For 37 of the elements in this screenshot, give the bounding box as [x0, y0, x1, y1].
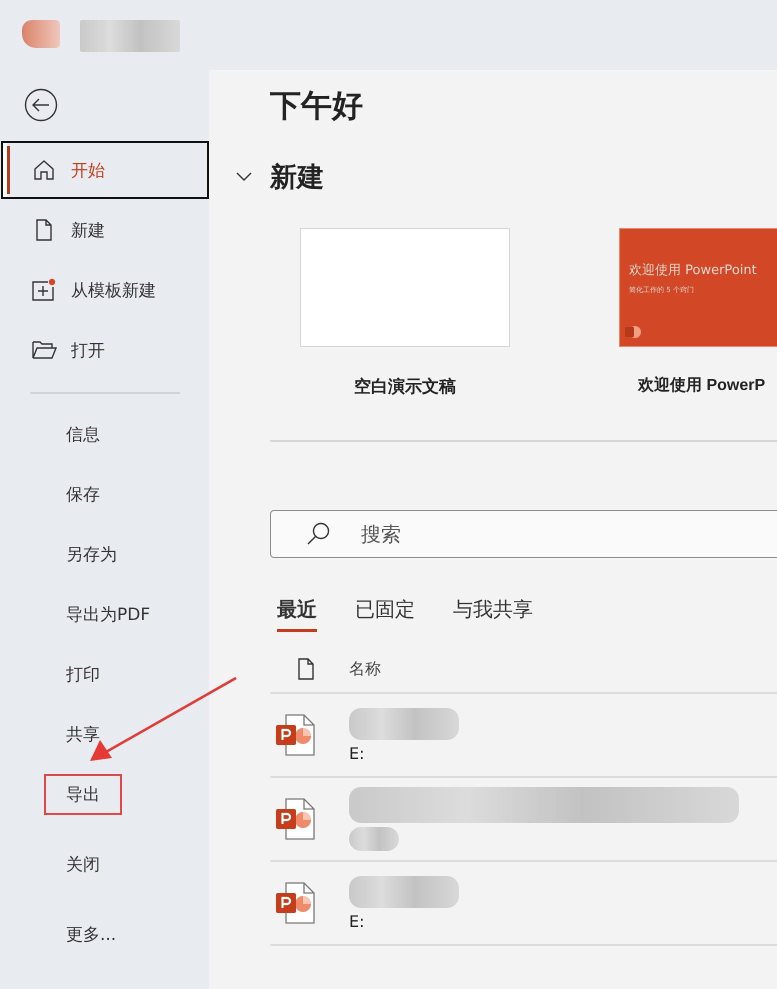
folder-icon [31, 339, 57, 361]
search-field[interactable]: 搜索 [270, 510, 777, 558]
tab[interactable]: 与我共享 [453, 596, 533, 632]
template-plus-icon [31, 278, 57, 302]
redaction-mark [349, 827, 399, 851]
template-label[interactable]: 欢迎使用 PowerP [624, 375, 777, 396]
back-icon[interactable] [24, 88, 58, 122]
app-logo-icon [625, 326, 641, 338]
sidebar-item[interactable]: 保存 [44, 474, 122, 514]
sidebar-item[interactable]: 打开 [1, 320, 209, 380]
sidebar-item[interactable]: 更多... [44, 914, 138, 954]
column-header[interactable]: 名称 [349, 658, 381, 680]
chevron-down-icon[interactable] [236, 172, 252, 182]
presentation-file-icon [274, 881, 316, 925]
sidebar-item[interactable]: 开始 [1, 141, 209, 199]
file-path: E: [349, 912, 366, 930]
template-label[interactable]: 空白演示文稿 [300, 375, 510, 398]
thumbnail-title: 欢迎使用 PowerPoint [629, 262, 758, 279]
tab[interactable]: 最近 [277, 596, 317, 632]
sidebar-item[interactable]: 共享 [44, 714, 122, 754]
sidebar-item[interactable]: 打印 [44, 654, 122, 694]
file-path: E: [349, 744, 366, 762]
blank-template-thumbnail[interactable] [300, 228, 510, 347]
sidebar-item[interactable]: 关闭 [44, 844, 122, 884]
sidebar-item[interactable]: 从模板新建 [1, 260, 209, 320]
sidebar-item[interactable]: 导出 [44, 774, 122, 814]
file-row[interactable]: E: [270, 862, 777, 946]
tab[interactable]: 已固定 [355, 596, 415, 632]
section-title: 新建 [270, 161, 324, 195]
sidebar-item[interactable]: 导出为PDF [44, 594, 172, 634]
file-row[interactable]: E: [270, 694, 777, 778]
greeting-title: 下午好 [270, 87, 364, 126]
presentation-file-icon [274, 797, 316, 841]
sidebar-item[interactable]: 新建 [1, 200, 209, 260]
presentation-file-icon [274, 713, 316, 757]
sidebar-item[interactable]: 信息 [44, 414, 122, 454]
sidebar-item[interactable]: 另存为 [44, 534, 139, 574]
